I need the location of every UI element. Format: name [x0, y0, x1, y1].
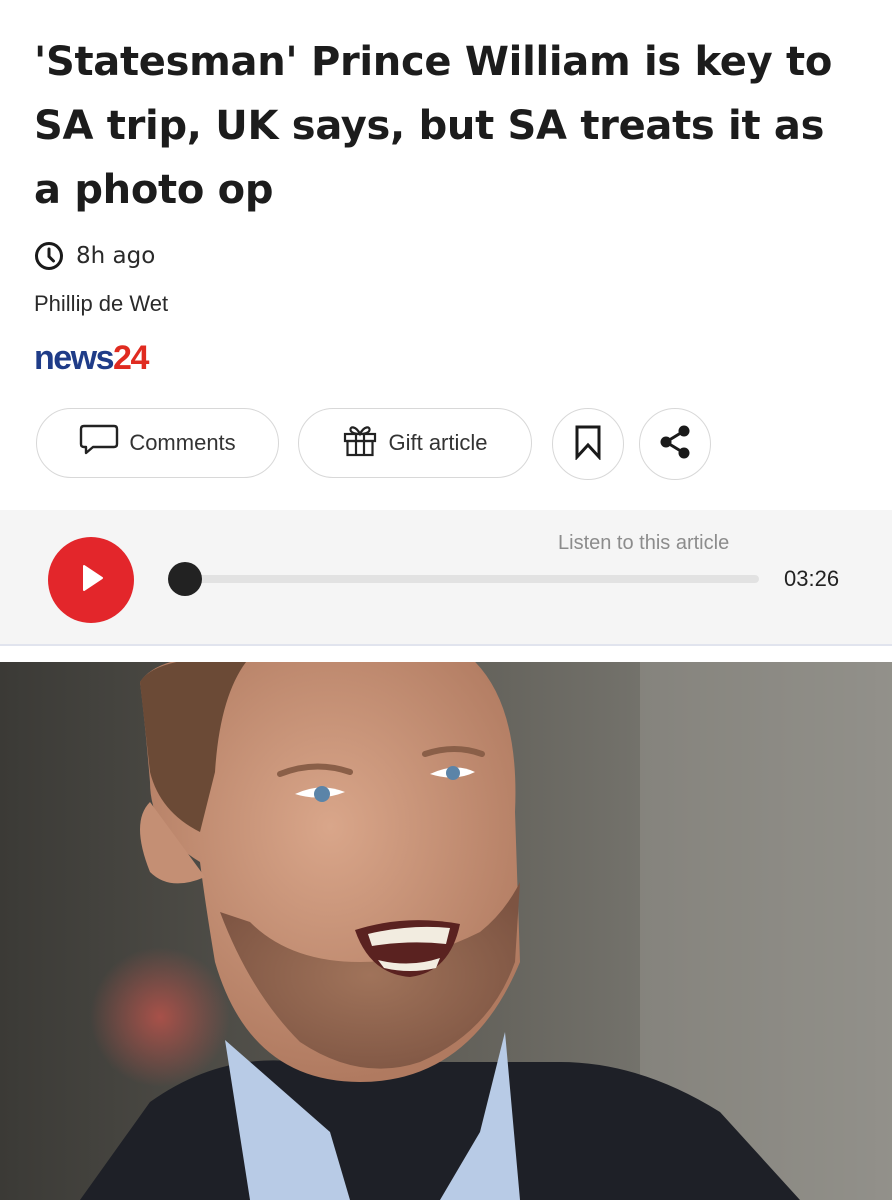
time-ago: 8h ago	[76, 243, 156, 269]
audio-scrubber-handle[interactable]	[168, 562, 202, 596]
hero-photo	[0, 662, 892, 1200]
gift-label: Gift article	[388, 430, 488, 455]
listen-label: Listen to this article	[558, 532, 730, 554]
audio-progress-track[interactable]	[185, 575, 759, 583]
article-headline: 'Statesman' Prince William is key to SA …	[34, 39, 833, 213]
gift-icon	[342, 422, 378, 464]
logo-text-24: 24	[113, 339, 149, 377]
comments-button[interactable]: Comments	[36, 408, 279, 478]
speech-bubble-icon	[79, 423, 119, 463]
comments-label: Comments	[129, 430, 236, 455]
share-icon	[655, 422, 695, 466]
bookmark-button[interactable]	[552, 408, 624, 480]
audio-player: Listen to this article 03:26	[0, 510, 892, 646]
logo-text-news: news	[34, 339, 115, 377]
author-name[interactable]: Phillip de Wet	[34, 291, 168, 317]
publish-time: 8h ago	[34, 236, 155, 276]
news24-logo[interactable]: news24	[34, 337, 149, 379]
play-button[interactable]	[48, 537, 134, 623]
audio-duration: 03:26	[784, 566, 840, 591]
play-icon	[74, 561, 108, 599]
gift-article-button[interactable]: Gift article	[298, 408, 532, 478]
clock-icon	[34, 241, 64, 271]
bookmark-icon	[573, 424, 603, 464]
share-button[interactable]	[639, 408, 711, 480]
